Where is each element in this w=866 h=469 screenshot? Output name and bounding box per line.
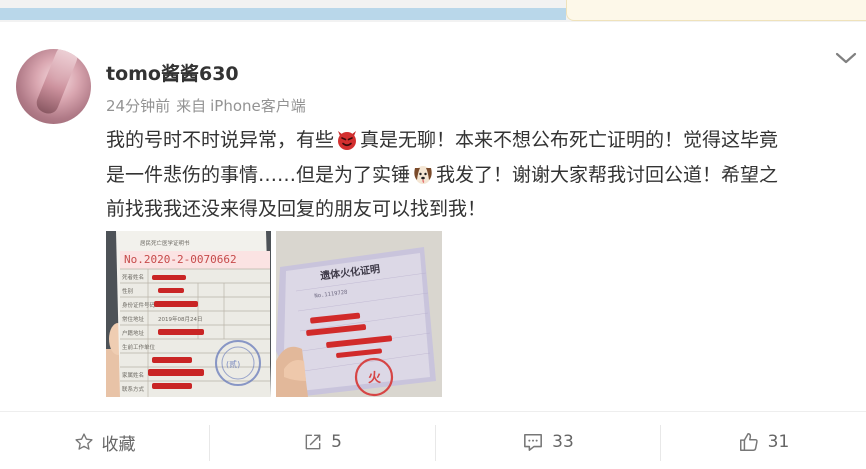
cremation-certificate-photo: 遗体火化证明 No.1119728 火: [276, 231, 442, 397]
chevron-down-icon[interactable]: [834, 48, 858, 68]
stamp-label: 火: [368, 371, 382, 386]
row-label: 常住地址: [122, 315, 145, 323]
post-text-line1-a: 我的号时不时说异常，有些: [106, 129, 335, 151]
favorite-button[interactable]: 收藏: [0, 417, 209, 467]
post-meta: 24分钟前 来自 iPhone客户端: [106, 95, 312, 116]
comment-count: 33: [552, 432, 574, 452]
post-image-cremation-certificate[interactable]: 遗体火化证明 No.1119728 火: [276, 231, 442, 397]
row-label: 户籍地址: [122, 329, 145, 337]
top-bar-tip: [566, 0, 866, 21]
repost-icon: [305, 434, 321, 450]
thumbs-up-icon: [739, 433, 758, 451]
row-label: 家属姓名: [122, 371, 144, 379]
row-value: 2019年08月24日: [158, 315, 203, 323]
row-label: 性别: [122, 287, 133, 295]
row-label: 死者姓名: [122, 273, 144, 281]
favorite-label: 收藏: [101, 434, 136, 455]
post-text: 我的号时不时说异常，有些 真是无聊！本来不想公布死亡证明的！觉得这毕竟 是一件悲…: [106, 123, 856, 227]
row-label: 身份证件号码: [122, 301, 156, 309]
devil-emoji-icon: [338, 131, 357, 150]
star-icon: [74, 433, 93, 450]
top-bar: [0, 0, 866, 22]
avatar[interactable]: [16, 49, 91, 124]
stamp-text: (贰): [226, 359, 240, 369]
author-name[interactable]: tomo酱酱630: [106, 59, 239, 86]
like-button[interactable]: 31: [661, 417, 866, 467]
top-bar-strip: [0, 8, 566, 20]
post-image-death-certificate[interactable]: 居民死亡医学证明书 死者姓名 性别 身份证件号码 常住地址 户籍地址 生前工作单…: [106, 231, 271, 397]
comment-icon: [524, 433, 543, 451]
post-time[interactable]: 24分钟前: [106, 97, 170, 115]
certificate-number: No.2020-2-0070662: [124, 253, 237, 266]
row-label: 联系方式: [122, 385, 145, 393]
dog-emoji-icon: [414, 165, 432, 184]
row-label: 生前工作单位: [122, 343, 156, 351]
post-text-line3: 前找我我还没来得及回复的朋友可以找到我！: [106, 198, 487, 220]
death-certificate-photo: 居民死亡医学证明书 死者姓名 性别 身份证件号码 常住地址 户籍地址 生前工作单…: [106, 231, 271, 397]
actions-divider: [0, 411, 866, 412]
like-count: 31: [767, 432, 790, 452]
post-text-line2-a: 是一件悲伤的事情……但是为了实锤: [106, 163, 411, 186]
post-text-line2-b: 我发了！谢谢大家帮我讨回公道！希望之: [436, 163, 779, 186]
certificate-header: 居民死亡医学证明书: [140, 239, 190, 247]
comment-button[interactable]: 33: [436, 417, 660, 467]
post-source: iPhone客户端: [210, 97, 306, 115]
post-text-line1-b: 真是无聊！本来不想公布死亡证明的！觉得这毕竟: [360, 129, 779, 151]
source-prefix: 来自: [176, 97, 207, 115]
repost-button[interactable]: 5: [210, 417, 435, 467]
repost-count: 5: [331, 432, 342, 452]
